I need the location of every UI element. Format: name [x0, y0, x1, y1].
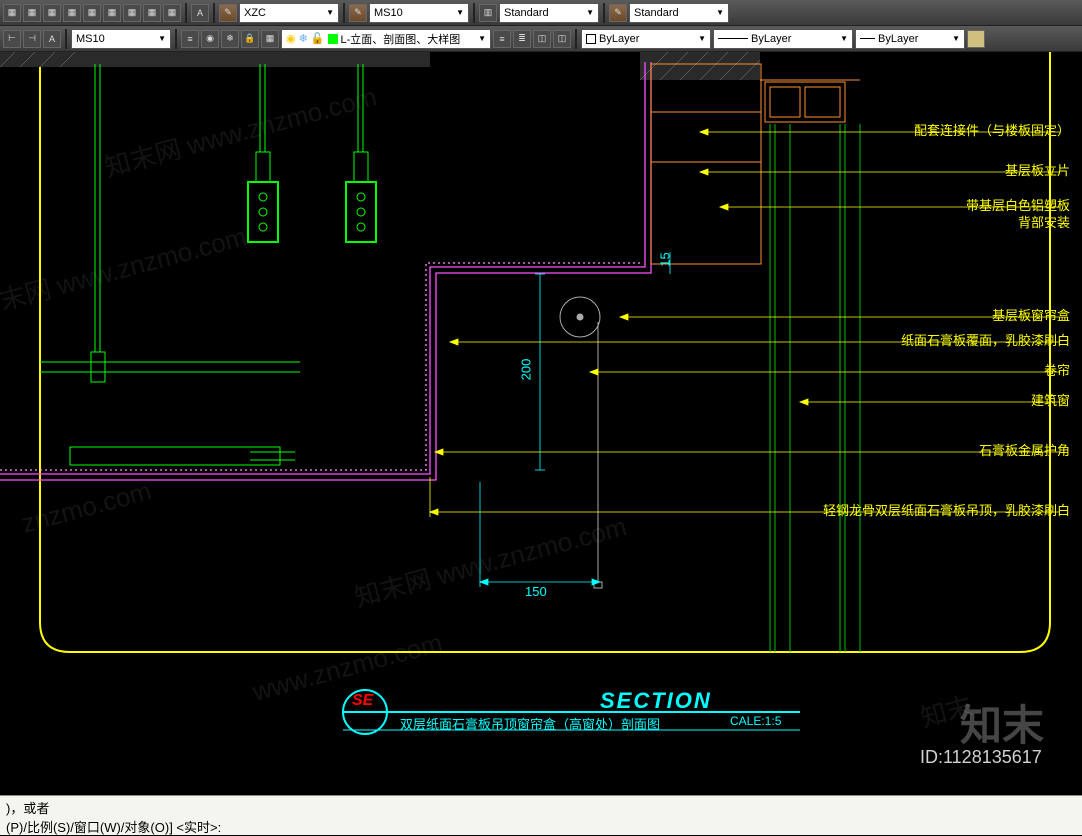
- textstyle2-dropdown[interactable]: MS10 ▼: [71, 29, 171, 49]
- text-icon[interactable]: A: [43, 30, 61, 48]
- brush-icon[interactable]: ✎: [349, 4, 367, 22]
- dimension: 15: [658, 252, 673, 266]
- annotation: 背部安装: [1018, 212, 1070, 231]
- tool-icon[interactable]: ▦: [103, 4, 121, 22]
- layer-value: L-立面、剖面图、大样图: [341, 31, 461, 47]
- scale-text: CALE:1:5: [730, 714, 781, 728]
- image-id: ID:1128135617: [920, 747, 1042, 768]
- annotation: 卷帘: [1044, 360, 1070, 379]
- table-icon[interactable]: ▥: [479, 4, 497, 22]
- tool-icon[interactable]: ▦: [143, 4, 161, 22]
- drawing-title: 双层纸面石膏板吊顶窗帘盒（高窗处）剖面图: [400, 714, 660, 733]
- lineweight-dropdown[interactable]: ByLayer ▼: [855, 29, 965, 49]
- layer-icon[interactable]: ≡: [181, 30, 199, 48]
- annotation: 建筑窗: [1031, 390, 1070, 409]
- layer-dropdown[interactable]: ◉ ❄ 🔓 L-立面、剖面图、大样图 ▼: [281, 29, 491, 49]
- lineweight-value: ByLayer: [878, 33, 918, 45]
- cmd-text-2: (P)/比例(S)/窗口(W)/对象(O)] <实时>:: [6, 817, 1076, 836]
- textstyle-value: MS10: [374, 7, 403, 19]
- brush-icon[interactable]: ✎: [609, 4, 627, 22]
- annotation: 配套连接件（与楼板固定）: [914, 120, 1070, 139]
- tool-icon[interactable]: ▦: [43, 4, 61, 22]
- dimension: 150: [525, 584, 547, 599]
- toolbar-row-2: ⊢ ⊣ A MS10 ▼ ≡ ◉ ❄ 🔒 ▦ ◉ ❄ 🔓 L-立面、剖面图、大样…: [0, 26, 1082, 52]
- tool-icon[interactable]: ▦: [123, 4, 141, 22]
- brand-watermark: 知末: [960, 692, 1044, 753]
- dimstyle-dropdown[interactable]: XZC ▼: [239, 3, 339, 23]
- color-icon[interactable]: [967, 30, 985, 48]
- layer-icon[interactable]: ◫: [533, 30, 551, 48]
- annotation: 纸面石膏板覆面，乳胶漆刷白: [901, 330, 1070, 349]
- tablestyle-value: Standard: [504, 7, 549, 19]
- brush-icon[interactable]: ✎: [219, 4, 237, 22]
- layer-icon[interactable]: 🔒: [241, 30, 259, 48]
- annotation: 轻钢龙骨双层纸面石膏板吊顶，乳胶漆刷白: [823, 500, 1070, 519]
- linetype-dropdown[interactable]: ByLayer ▼: [713, 29, 853, 49]
- linetype-value: ByLayer: [751, 33, 791, 45]
- layer-icon[interactable]: ◫: [553, 30, 571, 48]
- mlstyle-value: Standard: [634, 7, 679, 19]
- drawing-canvas[interactable]: 知末网 www.znzmo.com 知末网 www.znzmo.com znzm…: [0, 52, 1082, 772]
- textstyle2-value: MS10: [76, 33, 105, 45]
- cmd-text-1: )，或者: [6, 798, 1076, 817]
- color-value: ByLayer: [599, 33, 639, 45]
- layer-icon[interactable]: ◉: [201, 30, 219, 48]
- textstyle-dropdown[interactable]: MS10 ▼: [369, 3, 469, 23]
- layer-icon[interactable]: ≣: [513, 30, 531, 48]
- layer-icon[interactable]: ❄: [221, 30, 239, 48]
- tablestyle-dropdown[interactable]: Standard ▼: [499, 3, 599, 23]
- command-line[interactable]: )，或者 (P)/比例(S)/窗口(W)/对象(O)] <实时>:: [0, 795, 1082, 835]
- annotation: 基层板立片: [1005, 160, 1070, 179]
- dimstyle-value: XZC: [244, 7, 266, 19]
- section-heading: SECTION: [600, 688, 712, 714]
- dim-icon[interactable]: ⊣: [23, 30, 41, 48]
- annotation: 基层板窗帘盒: [992, 305, 1070, 324]
- dimension: 200: [518, 359, 533, 381]
- annotation: 石膏板金属护角: [979, 440, 1070, 459]
- layer-icon[interactable]: ≡: [493, 30, 511, 48]
- tool-icon[interactable]: ▦: [83, 4, 101, 22]
- section-marker: SE: [352, 692, 373, 710]
- layer-icon[interactable]: ▦: [261, 30, 279, 48]
- tool-icon[interactable]: ▦: [23, 4, 41, 22]
- dim-icon[interactable]: ⊢: [3, 30, 21, 48]
- mlstyle-dropdown[interactable]: Standard ▼: [629, 3, 729, 23]
- toolbar-row-1: ▦ ▦ ▦ ▦ ▦ ▦ ▦ ▦ ▦ A ✎ XZC ▼ ✎ MS10 ▼ ▥ S…: [0, 0, 1082, 26]
- text-icon[interactable]: A: [191, 4, 209, 22]
- tool-icon[interactable]: ▦: [3, 4, 21, 22]
- tool-icon[interactable]: ▦: [163, 4, 181, 22]
- color-dropdown[interactable]: ByLayer ▼: [581, 29, 711, 49]
- cad-drawing: [0, 52, 1082, 772]
- tool-icon[interactable]: ▦: [63, 4, 81, 22]
